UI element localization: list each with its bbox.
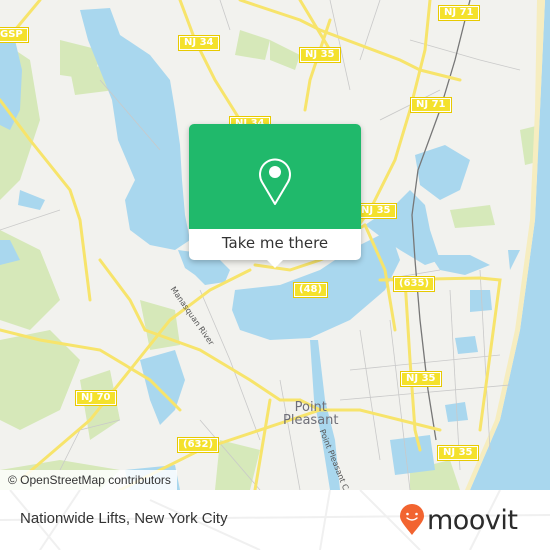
road-shield-nj71: NJ 71 <box>410 97 452 113</box>
moovit-wordmark: moovit <box>427 504 518 536</box>
road-shield-635: (635) <box>393 276 436 292</box>
popup-pointer <box>267 260 283 268</box>
road-shield-nj71: NJ 71 <box>438 5 480 21</box>
road-shield-nj35: NJ 35 <box>437 445 479 461</box>
road-shield-48: (48) <box>293 282 329 298</box>
road-shield-nj35: NJ 35 <box>400 371 442 387</box>
road-shield-nj70: NJ 70 <box>75 390 117 406</box>
location-pin-icon <box>259 158 291 205</box>
moovit-logo[interactable]: moovit <box>399 504 518 536</box>
place-label-line2: Pleasant <box>283 413 339 428</box>
location-title: Nationwide Lifts, New York City <box>20 510 228 527</box>
take-me-there-button[interactable]: Take me there <box>189 229 361 260</box>
location-popup: Take me there <box>189 124 361 268</box>
map-view[interactable]: NJ 71 GSP NJ 34 NJ 35 NJ 71 NJ 34 NJ 35 … <box>0 0 550 490</box>
place-label-point-pleasant: Point Pleasant <box>283 401 339 427</box>
moovit-pin-icon <box>400 504 424 535</box>
popup-header <box>189 124 361 229</box>
road-shield-632: (632) <box>177 437 220 453</box>
map-attribution[interactable]: © OpenStreetMap contributors <box>0 470 177 490</box>
road-shield-nj35: NJ 35 <box>355 203 397 219</box>
road-shield-nj35: NJ 35 <box>299 47 341 63</box>
road-shield-nj34: NJ 34 <box>178 35 220 51</box>
footer-bar: Nationwide Lifts, New York City moovit <box>0 490 550 550</box>
road-shield-gsp: GSP <box>0 27 29 43</box>
